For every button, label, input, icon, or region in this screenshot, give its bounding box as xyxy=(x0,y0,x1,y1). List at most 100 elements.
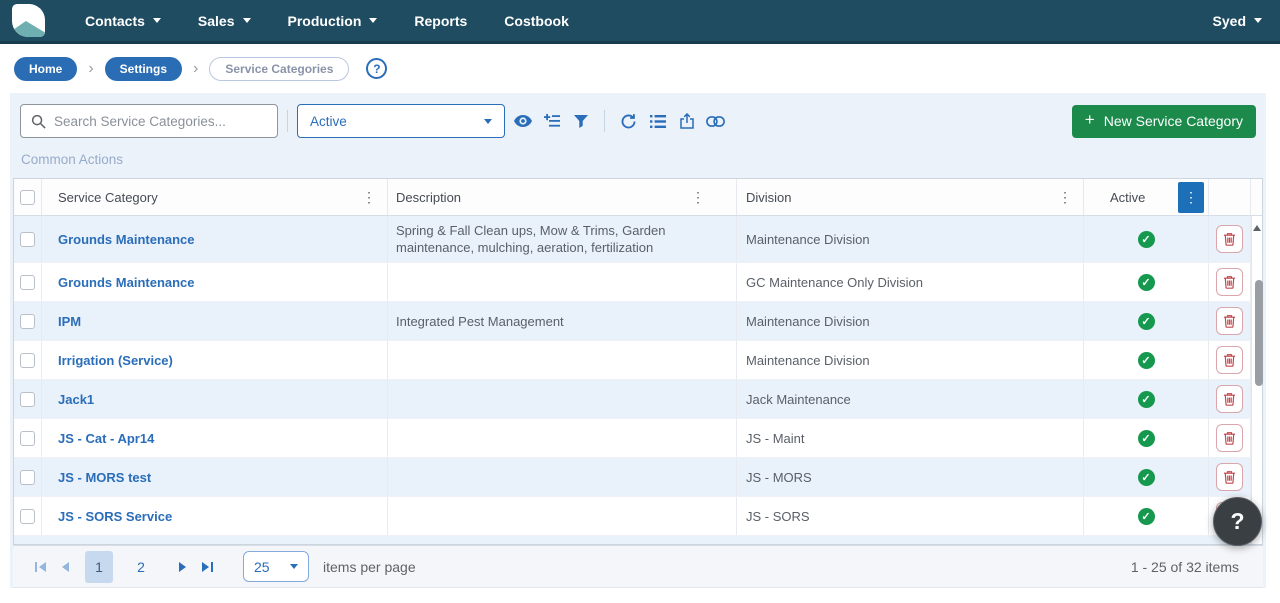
page-number-1[interactable]: 1 xyxy=(85,551,113,583)
division-cell: JS - SORS xyxy=(737,497,1084,535)
nav-item-label: Costbook xyxy=(504,13,569,29)
division-header-label[interactable]: Division xyxy=(746,190,792,205)
delete-button[interactable] xyxy=(1216,385,1243,413)
chevron-separator-icon: › xyxy=(193,60,198,78)
export-button[interactable] xyxy=(672,106,701,136)
previous-page-button[interactable] xyxy=(62,554,69,580)
table-body-rows: Grounds Maintenance Spring & Fall Clean u… xyxy=(14,216,1251,544)
row-checkbox[interactable] xyxy=(20,431,35,446)
last-page-button[interactable] xyxy=(202,554,213,580)
nav-item-costbook[interactable]: Costbook xyxy=(504,13,569,29)
column-header-service-category: Service Category ⋮ xyxy=(42,179,388,215)
active-cell: ✓ xyxy=(1084,497,1209,535)
service-category-link[interactable]: JS - SORS Service xyxy=(58,509,172,524)
trash-icon xyxy=(1223,392,1236,406)
row-checkbox[interactable] xyxy=(20,232,35,247)
active-check-icon: ✓ xyxy=(1138,352,1155,369)
description-cell xyxy=(388,263,737,301)
copy-link-button[interactable] xyxy=(701,106,730,136)
row-checkbox[interactable] xyxy=(20,275,35,290)
active-header-label[interactable]: Active xyxy=(1110,190,1145,205)
row-checkbox[interactable] xyxy=(20,314,35,329)
division-cell: JS - Maint xyxy=(737,419,1084,457)
delete-button[interactable] xyxy=(1216,346,1243,374)
nav-item-sales[interactable]: Sales xyxy=(198,13,251,29)
row-checkbox[interactable] xyxy=(20,509,35,524)
first-page-button[interactable] xyxy=(35,554,46,580)
active-cell: ✓ xyxy=(1084,263,1209,301)
description-cell xyxy=(388,341,737,379)
divider xyxy=(604,110,605,132)
division-text: Maintenance Division xyxy=(746,352,870,369)
service-category-header-label[interactable]: Service Category xyxy=(58,190,158,205)
row-checkbox[interactable] xyxy=(20,392,35,407)
vertical-scrollbar[interactable] xyxy=(1251,216,1262,544)
app-logo[interactable] xyxy=(12,4,45,37)
delete-button[interactable] xyxy=(1216,424,1243,452)
select-all-cell xyxy=(14,179,42,215)
column-menu-active-icon[interactable]: ⋮ xyxy=(1178,182,1204,213)
service-category-link[interactable]: Grounds Maintenance xyxy=(58,275,195,290)
row-checkbox[interactable] xyxy=(20,353,35,368)
table-row: JS - Cat - Apr14 JS - Maint✓ xyxy=(14,419,1251,458)
column-menu-icon[interactable]: ⋮ xyxy=(1055,189,1075,206)
chevron-down-icon xyxy=(369,18,377,27)
division-cell: JS - MORS xyxy=(737,458,1084,496)
service-category-link[interactable]: Irrigation (Service) xyxy=(58,353,173,368)
nav-item-reports[interactable]: Reports xyxy=(414,13,467,29)
select-all-checkbox[interactable] xyxy=(20,190,35,205)
page-number-2[interactable]: 2 xyxy=(127,551,155,583)
service-category-link[interactable]: Grounds Maintenance xyxy=(58,232,195,247)
nav-item-contacts[interactable]: Contacts xyxy=(85,13,161,29)
scroll-up-icon[interactable] xyxy=(1253,221,1261,231)
delete-button[interactable] xyxy=(1216,225,1243,253)
delete-button[interactable] xyxy=(1216,463,1243,491)
breadcrumb-item-service-categories[interactable]: Service Categories xyxy=(209,57,349,81)
division-cell: Maintenance Division xyxy=(737,216,1084,262)
nav-item-production[interactable]: Production xyxy=(288,13,378,29)
chevron-separator-icon: › xyxy=(88,60,93,78)
common-actions-link[interactable]: Common Actions xyxy=(21,152,123,167)
delete-button[interactable] xyxy=(1216,268,1243,296)
service-category-link[interactable]: IPM xyxy=(58,314,81,329)
service-category-link[interactable]: Jack1 xyxy=(58,392,94,407)
delete-button[interactable] xyxy=(1216,307,1243,335)
table-row: Grounds Maintenance Spring & Fall Clean u… xyxy=(14,216,1251,263)
division-text: JS - MORS xyxy=(746,469,812,486)
breadcrumb-item-home[interactable]: Home xyxy=(14,57,77,81)
search-input[interactable] xyxy=(54,114,267,129)
help-icon[interactable]: ? xyxy=(366,58,387,79)
add-column-button[interactable] xyxy=(537,106,566,136)
visibility-button[interactable] xyxy=(508,106,537,136)
list-view-button[interactable] xyxy=(643,106,672,136)
active-check-icon: ✓ xyxy=(1138,231,1155,248)
refresh-button[interactable] xyxy=(614,106,643,136)
delete-cell xyxy=(1209,263,1251,301)
category-cell: Grounds Maintenance xyxy=(42,263,388,301)
eye-icon xyxy=(514,115,532,127)
scrollbar-thumb[interactable] xyxy=(1255,280,1263,386)
service-category-link[interactable]: JS - MORS test xyxy=(58,470,151,485)
row-select-cell xyxy=(14,419,42,457)
active-cell: ✓ xyxy=(1084,419,1209,457)
column-menu-icon[interactable]: ⋮ xyxy=(359,189,379,206)
breadcrumb-item-settings[interactable]: Settings xyxy=(105,57,182,81)
description-text: Spring & Fall Clean ups, Mow & Trims, Ga… xyxy=(396,222,708,256)
next-page-icon xyxy=(179,562,186,572)
description-cell xyxy=(388,497,737,535)
column-menu-icon[interactable]: ⋮ xyxy=(688,189,708,206)
service-category-link[interactable]: JS - Cat - Apr14 xyxy=(58,431,154,446)
row-checkbox[interactable] xyxy=(20,470,35,485)
active-check-icon: ✓ xyxy=(1138,469,1155,486)
next-page-button[interactable] xyxy=(179,554,186,580)
trash-icon xyxy=(1223,431,1236,445)
help-fab-button[interactable]: ? xyxy=(1213,497,1262,546)
page-size-select[interactable]: 25 xyxy=(243,551,309,582)
first-page-icon xyxy=(39,562,46,572)
status-filter-select[interactable]: Active xyxy=(297,104,505,138)
new-service-category-button[interactable]: + New Service Category xyxy=(1072,105,1256,138)
user-menu[interactable]: Syed xyxy=(1213,13,1262,29)
description-header-label[interactable]: Description xyxy=(396,190,461,205)
filter-button[interactable] xyxy=(566,106,595,136)
column-header-active: Active ⋮ xyxy=(1084,179,1209,215)
